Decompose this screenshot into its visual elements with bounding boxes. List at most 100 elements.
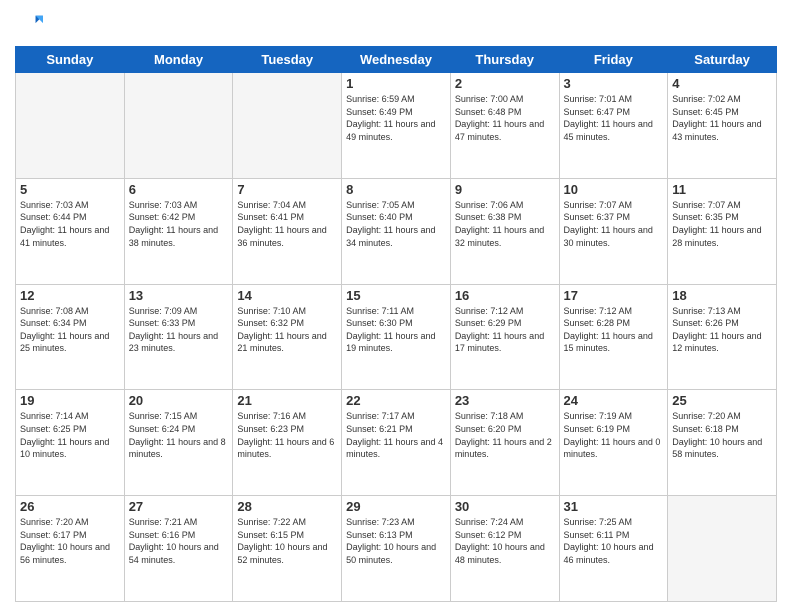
day-info: Sunrise: 7:24 AM Sunset: 6:12 PM Dayligh… <box>455 516 555 566</box>
day-number: 4 <box>672 76 772 91</box>
day-info: Sunrise: 7:09 AM Sunset: 6:33 PM Dayligh… <box>129 305 229 355</box>
calendar-week-0: 1 Sunrise: 6:59 AM Sunset: 6:49 PM Daylig… <box>16 73 777 179</box>
calendar-cell: 22 Sunrise: 7:17 AM Sunset: 6:21 PM Dayli… <box>342 390 451 496</box>
day-number: 27 <box>129 499 229 514</box>
day-number: 30 <box>455 499 555 514</box>
day-info: Sunrise: 7:03 AM Sunset: 6:44 PM Dayligh… <box>20 199 120 249</box>
calendar-cell: 8 Sunrise: 7:05 AM Sunset: 6:40 PM Daylig… <box>342 178 451 284</box>
day-number: 5 <box>20 182 120 197</box>
calendar-cell: 20 Sunrise: 7:15 AM Sunset: 6:24 PM Dayli… <box>124 390 233 496</box>
calendar-cell: 31 Sunrise: 7:25 AM Sunset: 6:11 PM Dayli… <box>559 496 668 602</box>
day-number: 8 <box>346 182 446 197</box>
day-number: 11 <box>672 182 772 197</box>
day-info: Sunrise: 6:59 AM Sunset: 6:49 PM Dayligh… <box>346 93 446 143</box>
calendar-cell: 14Sunrise: 7:10 AM Sunset: 6:32 PM Dayli… <box>233 284 342 390</box>
calendar-cell: 3 Sunrise: 7:01 AM Sunset: 6:47 PM Daylig… <box>559 73 668 179</box>
calendar-cell: 30 Sunrise: 7:24 AM Sunset: 6:12 PM Dayli… <box>450 496 559 602</box>
day-number: 15 <box>346 288 446 303</box>
calendar-header-saturday: Saturday <box>668 47 777 73</box>
calendar-cell: 2 Sunrise: 7:00 AM Sunset: 6:48 PM Daylig… <box>450 73 559 179</box>
calendar-cell: 16 Sunrise: 7:12 AM Sunset: 6:29 PM Dayli… <box>450 284 559 390</box>
day-number: 3 <box>564 76 664 91</box>
day-number: 28 <box>237 499 337 514</box>
header <box>15 10 777 38</box>
calendar-cell: 29 Sunrise: 7:23 AM Sunset: 6:13 PM Dayli… <box>342 496 451 602</box>
day-info: Sunrise: 7:07 AM Sunset: 6:37 PM Dayligh… <box>564 199 664 249</box>
day-info: Sunrise: 7:11 AM Sunset: 6:30 PM Dayligh… <box>346 305 446 355</box>
calendar-header-row: SundayMondayTuesdayWednesdayThursdayFrid… <box>16 47 777 73</box>
calendar-cell: 24Sunrise: 7:19 AM Sunset: 6:19 PM Dayli… <box>559 390 668 496</box>
calendar-cell: 12 Sunrise: 7:08 AM Sunset: 6:34 PM Dayli… <box>16 284 125 390</box>
calendar-header-friday: Friday <box>559 47 668 73</box>
calendar-cell: 17 Sunrise: 7:12 AM Sunset: 6:28 PM Dayli… <box>559 284 668 390</box>
calendar-cell: 4 Sunrise: 7:02 AM Sunset: 6:45 PM Daylig… <box>668 73 777 179</box>
calendar-week-3: 19 Sunrise: 7:14 AM Sunset: 6:25 PM Dayli… <box>16 390 777 496</box>
day-number: 26 <box>20 499 120 514</box>
day-info: Sunrise: 7:20 AM Sunset: 6:18 PM Dayligh… <box>672 410 772 460</box>
calendar-table: SundayMondayTuesdayWednesdayThursdayFrid… <box>15 46 777 602</box>
day-info: Sunrise: 7:05 AM Sunset: 6:40 PM Dayligh… <box>346 199 446 249</box>
day-number: 21 <box>237 393 337 408</box>
day-number: 23 <box>455 393 555 408</box>
calendar-week-2: 12 Sunrise: 7:08 AM Sunset: 6:34 PM Dayli… <box>16 284 777 390</box>
day-info: Sunrise: 7:00 AM Sunset: 6:48 PM Dayligh… <box>455 93 555 143</box>
calendar-week-4: 26 Sunrise: 7:20 AM Sunset: 6:17 PM Dayli… <box>16 496 777 602</box>
logo-icon <box>15 10 43 38</box>
calendar-cell <box>124 73 233 179</box>
day-info: Sunrise: 7:12 AM Sunset: 6:28 PM Dayligh… <box>564 305 664 355</box>
day-info: Sunrise: 7:01 AM Sunset: 6:47 PM Dayligh… <box>564 93 664 143</box>
day-number: 31 <box>564 499 664 514</box>
day-info: Sunrise: 7:23 AM Sunset: 6:13 PM Dayligh… <box>346 516 446 566</box>
calendar-header-wednesday: Wednesday <box>342 47 451 73</box>
calendar-cell: 15 Sunrise: 7:11 AM Sunset: 6:30 PM Dayli… <box>342 284 451 390</box>
calendar-header-tuesday: Tuesday <box>233 47 342 73</box>
day-number: 17 <box>564 288 664 303</box>
calendar-cell: 7 Sunrise: 7:04 AM Sunset: 6:41 PM Daylig… <box>233 178 342 284</box>
day-info: Sunrise: 7:20 AM Sunset: 6:17 PM Dayligh… <box>20 516 120 566</box>
calendar-cell <box>668 496 777 602</box>
calendar-cell: 28Sunrise: 7:22 AM Sunset: 6:15 PM Dayli… <box>233 496 342 602</box>
calendar-header-thursday: Thursday <box>450 47 559 73</box>
day-info: Sunrise: 7:16 AM Sunset: 6:23 PM Dayligh… <box>237 410 337 460</box>
day-info: Sunrise: 7:04 AM Sunset: 6:41 PM Dayligh… <box>237 199 337 249</box>
calendar-cell: 23 Sunrise: 7:18 AM Sunset: 6:20 PM Dayli… <box>450 390 559 496</box>
day-info: Sunrise: 7:03 AM Sunset: 6:42 PM Dayligh… <box>129 199 229 249</box>
day-number: 12 <box>20 288 120 303</box>
day-info: Sunrise: 7:02 AM Sunset: 6:45 PM Dayligh… <box>672 93 772 143</box>
calendar-cell: 9 Sunrise: 7:06 AM Sunset: 6:38 PM Daylig… <box>450 178 559 284</box>
calendar-cell: 27Sunrise: 7:21 AM Sunset: 6:16 PM Dayli… <box>124 496 233 602</box>
day-number: 13 <box>129 288 229 303</box>
calendar-cell: 21 Sunrise: 7:16 AM Sunset: 6:23 PM Dayli… <box>233 390 342 496</box>
day-number: 10 <box>564 182 664 197</box>
day-number: 1 <box>346 76 446 91</box>
day-number: 6 <box>129 182 229 197</box>
calendar-cell: 1 Sunrise: 6:59 AM Sunset: 6:49 PM Daylig… <box>342 73 451 179</box>
calendar-cell: 25Sunrise: 7:20 AM Sunset: 6:18 PM Dayli… <box>668 390 777 496</box>
day-info: Sunrise: 7:08 AM Sunset: 6:34 PM Dayligh… <box>20 305 120 355</box>
day-info: Sunrise: 7:15 AM Sunset: 6:24 PM Dayligh… <box>129 410 229 460</box>
day-number: 19 <box>20 393 120 408</box>
calendar-cell <box>16 73 125 179</box>
day-number: 18 <box>672 288 772 303</box>
calendar-week-1: 5 Sunrise: 7:03 AM Sunset: 6:44 PM Daylig… <box>16 178 777 284</box>
day-number: 22 <box>346 393 446 408</box>
day-number: 29 <box>346 499 446 514</box>
calendar-cell: 5 Sunrise: 7:03 AM Sunset: 6:44 PM Daylig… <box>16 178 125 284</box>
day-number: 20 <box>129 393 229 408</box>
calendar-cell: 26 Sunrise: 7:20 AM Sunset: 6:17 PM Dayli… <box>16 496 125 602</box>
day-number: 7 <box>237 182 337 197</box>
day-info: Sunrise: 7:12 AM Sunset: 6:29 PM Dayligh… <box>455 305 555 355</box>
day-info: Sunrise: 7:06 AM Sunset: 6:38 PM Dayligh… <box>455 199 555 249</box>
day-number: 9 <box>455 182 555 197</box>
calendar-cell: 18Sunrise: 7:13 AM Sunset: 6:26 PM Dayli… <box>668 284 777 390</box>
day-info: Sunrise: 7:18 AM Sunset: 6:20 PM Dayligh… <box>455 410 555 460</box>
day-number: 14 <box>237 288 337 303</box>
calendar-header-sunday: Sunday <box>16 47 125 73</box>
day-number: 2 <box>455 76 555 91</box>
day-number: 16 <box>455 288 555 303</box>
day-info: Sunrise: 7:17 AM Sunset: 6:21 PM Dayligh… <box>346 410 446 460</box>
calendar-cell: 19 Sunrise: 7:14 AM Sunset: 6:25 PM Dayli… <box>16 390 125 496</box>
calendar-cell: 10 Sunrise: 7:07 AM Sunset: 6:37 PM Dayli… <box>559 178 668 284</box>
day-info: Sunrise: 7:25 AM Sunset: 6:11 PM Dayligh… <box>564 516 664 566</box>
day-info: Sunrise: 7:14 AM Sunset: 6:25 PM Dayligh… <box>20 410 120 460</box>
